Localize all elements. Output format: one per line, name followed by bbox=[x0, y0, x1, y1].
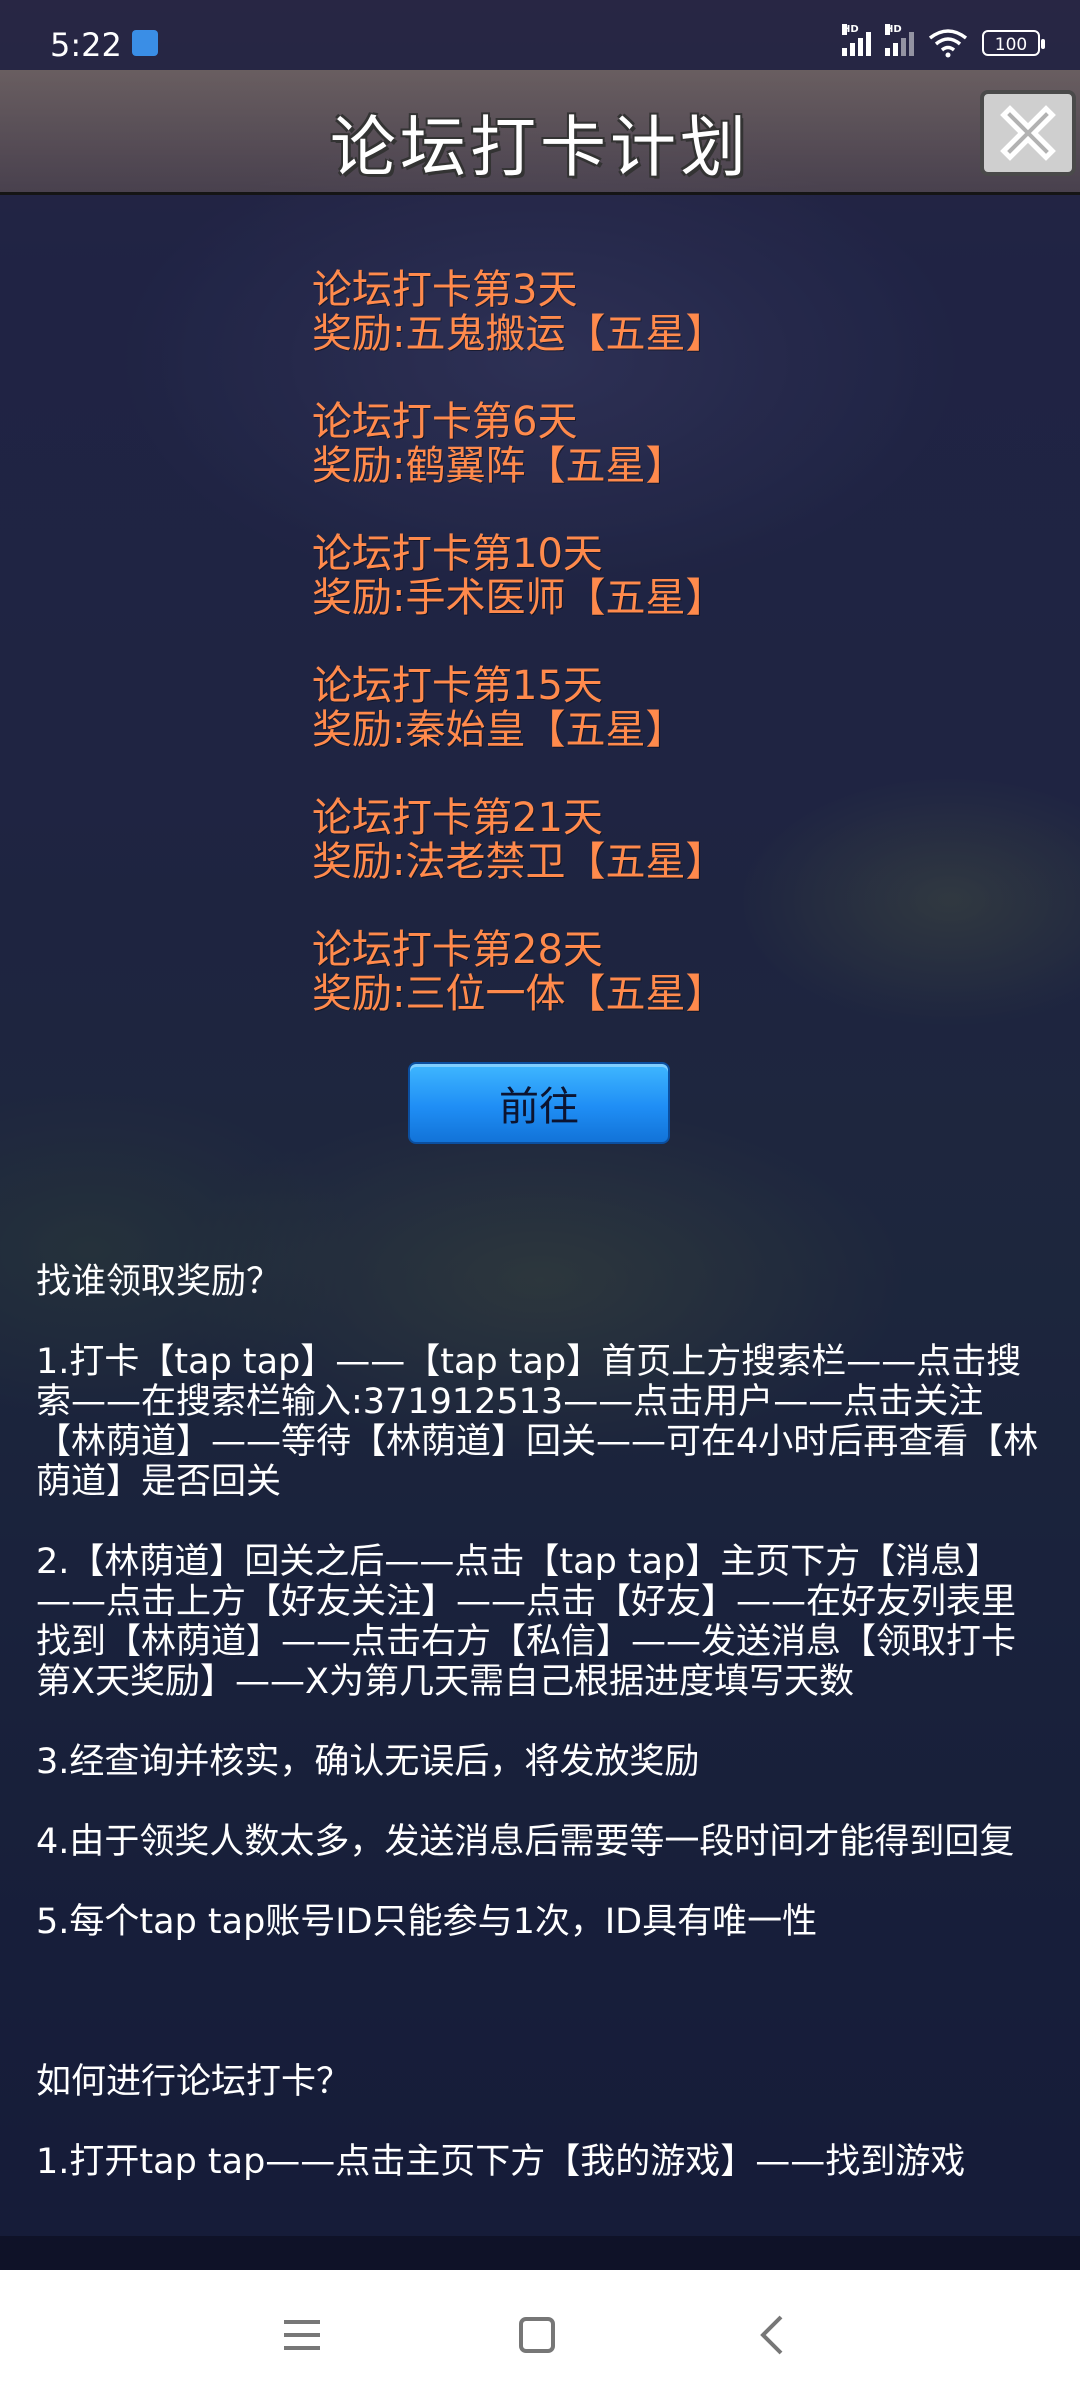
instructions-heading-2: 如何进行论坛打卡？ bbox=[36, 2062, 352, 2102]
content-bottom-edge bbox=[0, 2236, 1080, 2270]
reward-day: 论坛打卡第15天 bbox=[312, 663, 603, 709]
instruction-step: 1.打卡【tap tap】——【tap tap】首页上方搜索栏——点击搜索——在… bbox=[36, 1342, 1039, 1502]
reward-name: 奖励:鹤翼阵【五星】 bbox=[312, 443, 686, 489]
instruction-step: 2.【林荫道】回关之后——点击【tap tap】主页下方【消息】——点击上方【好… bbox=[36, 1542, 1017, 1702]
page-title: 论坛打卡计划 bbox=[330, 109, 750, 186]
home-button[interactable] bbox=[512, 2310, 562, 2360]
reward-list: 论坛打卡第3天 奖励:五鬼搬运【五星】 论坛打卡第6天 奖励:鹤翼阵【五星】 论… bbox=[312, 268, 1012, 1060]
status-time: 5:22 bbox=[50, 26, 122, 64]
status-indicators: HD HD 100 bbox=[842, 24, 1045, 58]
status-bar: 5:22 HD HD 100 bbox=[0, 0, 1080, 90]
network-type-label-2: HD bbox=[885, 24, 902, 35]
instructions-panel[interactable]: 找谁领取奖励？ 1.打卡【tap tap】——【tap tap】首页上方搜索栏—… bbox=[36, 1262, 1046, 2237]
reward-name: 奖励:五鬼搬运【五星】 bbox=[312, 311, 726, 357]
instruction-step-partial: 1.打开tap tap——点击主页下方【我的游戏】——找到游戏 bbox=[36, 2142, 966, 2182]
home-square-icon bbox=[519, 2317, 555, 2353]
reward-item: 论坛打卡第15天 奖励:秦始皇【五星】 bbox=[312, 664, 1012, 752]
system-nav-bar bbox=[0, 2270, 1080, 2400]
reward-day: 论坛打卡第6天 bbox=[312, 399, 578, 445]
reward-day: 论坛打卡第28天 bbox=[312, 927, 603, 973]
reward-day: 论坛打卡第21天 bbox=[312, 795, 603, 841]
reward-name: 奖励:三位一体【五星】 bbox=[312, 971, 726, 1017]
wifi-icon bbox=[928, 29, 968, 58]
instruction-step: 5.每个tap tap账号ID只能参与1次，ID具有唯一性 bbox=[36, 1902, 818, 1942]
reward-day: 论坛打卡第3天 bbox=[312, 267, 578, 313]
instruction-step: 4.由于领奖人数太多，发送消息后需要等一段时间才能得到回复 bbox=[36, 1822, 1015, 1862]
reward-name: 奖励:秦始皇【五星】 bbox=[312, 707, 686, 753]
reward-item: 论坛打卡第3天 奖励:五鬼搬运【五星】 bbox=[312, 268, 1012, 356]
reward-day: 论坛打卡第10天 bbox=[312, 531, 603, 577]
close-button[interactable] bbox=[980, 90, 1076, 176]
network-type-label: HD bbox=[842, 24, 859, 35]
reward-item: 论坛打卡第10天 奖励:手术医师【五星】 bbox=[312, 532, 1012, 620]
close-x-icon bbox=[1000, 105, 1056, 161]
reward-item: 论坛打卡第6天 奖励:鹤翼阵【五星】 bbox=[312, 400, 1012, 488]
reward-name: 奖励:法老禁卫【五星】 bbox=[312, 839, 726, 885]
reward-name: 奖励:手术医师【五星】 bbox=[312, 575, 726, 621]
signal-icon-2: HD bbox=[885, 24, 914, 56]
notification-app-icon bbox=[132, 30, 158, 56]
menu-button[interactable] bbox=[277, 2310, 327, 2360]
signal-icon: HD bbox=[842, 24, 871, 56]
instructions-heading: 找谁领取奖励？ bbox=[36, 1262, 282, 1302]
reward-item: 论坛打卡第21天 奖励:法老禁卫【五星】 bbox=[312, 796, 1012, 884]
back-chevron-icon bbox=[760, 2315, 783, 2355]
menu-icon bbox=[284, 2320, 320, 2350]
back-button[interactable] bbox=[748, 2310, 798, 2360]
go-button[interactable]: 前往 bbox=[408, 1062, 670, 1144]
battery-icon: 100 bbox=[982, 30, 1045, 56]
reward-item: 论坛打卡第28天 奖励:三位一体【五星】 bbox=[312, 928, 1012, 1016]
instruction-step: 3.经查询并核实，确认无误后，将发放奖励 bbox=[36, 1742, 700, 1782]
